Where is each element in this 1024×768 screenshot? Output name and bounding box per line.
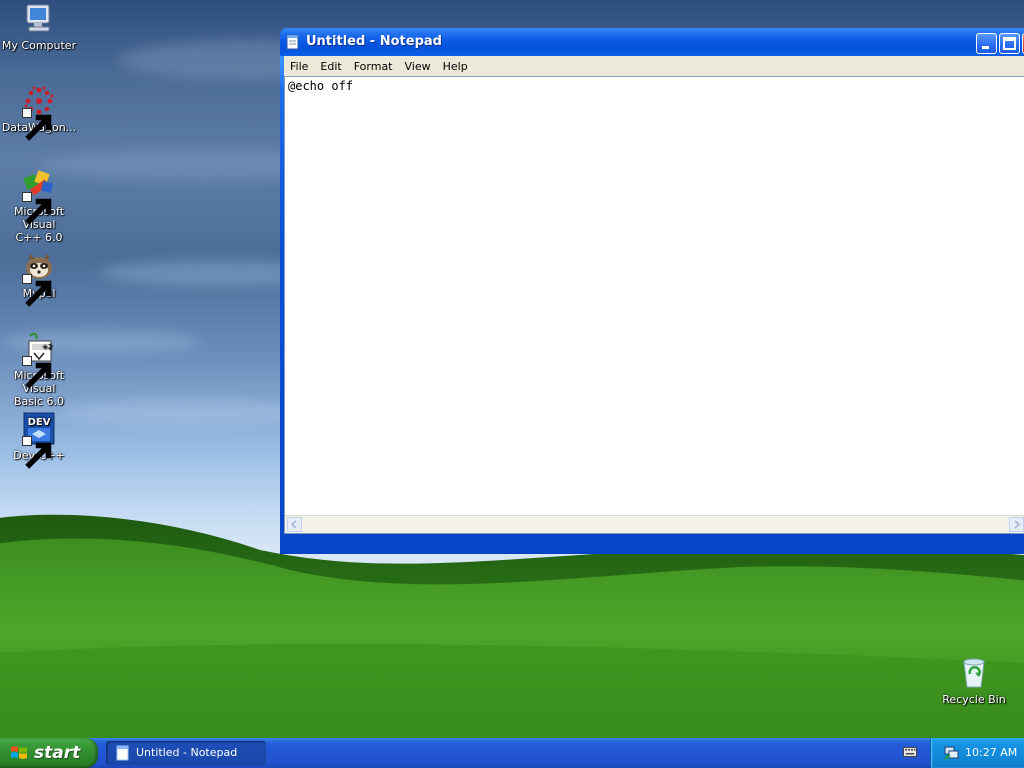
raccoon-icon bbox=[22, 250, 56, 307]
start-label: start bbox=[34, 743, 81, 763]
visual-cpp-icon bbox=[22, 168, 56, 225]
system-tray: 10:27 AM bbox=[930, 738, 1024, 768]
windows-logo-icon bbox=[11, 746, 27, 759]
window-title: Untitled - Notepad bbox=[306, 34, 442, 49]
shortcut-arrow-icon bbox=[22, 108, 52, 141]
notepad-window[interactable]: Untitled - Notepad File Edit Format View… bbox=[280, 28, 1024, 554]
chevron-left-icon bbox=[290, 520, 297, 529]
taskbar: start Untitled - Notepad bbox=[0, 738, 1024, 768]
shortcut-arrow-icon bbox=[22, 192, 52, 225]
taskbar-item-label: Untitled - Notepad bbox=[136, 746, 238, 759]
keyboard-icon[interactable] bbox=[903, 746, 917, 758]
shortcut-arrow-icon bbox=[22, 356, 52, 389]
desktop-icon-label: Recycle Bin bbox=[942, 693, 1006, 706]
taskbar-item-notepad[interactable]: Untitled - Notepad bbox=[106, 741, 266, 765]
title-bar[interactable]: Untitled - Notepad bbox=[280, 28, 1024, 56]
desktop-icon-visual-cpp[interactable]: Microsoft Visual C++ 6.0 bbox=[0, 168, 78, 244]
menu-help[interactable]: Help bbox=[437, 60, 474, 73]
maximize-button[interactable] bbox=[999, 33, 1020, 54]
visual-basic-icon: +2 bbox=[22, 332, 56, 389]
desktop-icon-dev-cpp[interactable]: DEV Dev-C++ bbox=[0, 412, 78, 469]
minimize-icon bbox=[982, 46, 989, 49]
shortcut-arrow-icon bbox=[22, 274, 52, 307]
scroll-left-button[interactable] bbox=[287, 517, 302, 532]
menu-bar: File Edit Format View Help bbox=[284, 56, 1024, 76]
notepad-icon bbox=[286, 34, 299, 50]
desktop-icon-label-line2: C++ 6.0 bbox=[15, 231, 63, 244]
horizontal-scrollbar[interactable] bbox=[285, 515, 1024, 533]
text-editor[interactable]: @echo off bbox=[284, 76, 1024, 534]
desktop-icon-label: My Computer bbox=[1, 39, 77, 52]
chevron-right-icon bbox=[1014, 520, 1021, 529]
desktop-icon-visual-basic[interactable]: +2 Microsoft Visual Basic 6.0 bbox=[0, 332, 78, 408]
recycle-bin-icon bbox=[957, 656, 991, 690]
shortcut-arrow-icon bbox=[22, 436, 52, 469]
menu-format[interactable]: Format bbox=[348, 60, 399, 73]
minimize-button[interactable] bbox=[976, 33, 997, 54]
clock[interactable]: 10:27 AM bbox=[965, 746, 1017, 759]
start-button[interactable]: start bbox=[0, 738, 98, 768]
desktop-icon-label-line2: Basic 6.0 bbox=[13, 395, 65, 408]
svg-text:+2: +2 bbox=[42, 343, 52, 351]
dev-cpp-icon: DEV bbox=[22, 412, 56, 469]
network-icon[interactable] bbox=[944, 745, 959, 760]
menu-file[interactable]: File bbox=[284, 60, 314, 73]
computer-icon bbox=[22, 2, 56, 36]
menu-view[interactable]: View bbox=[399, 60, 437, 73]
desktop-icon-mypal[interactable]: Mypal bbox=[0, 250, 78, 307]
menu-edit[interactable]: Edit bbox=[314, 60, 347, 73]
desktop-icon-my-computer[interactable]: My Computer bbox=[0, 2, 78, 52]
datawagon-icon bbox=[22, 84, 56, 141]
editor-content[interactable]: @echo off bbox=[285, 77, 1024, 95]
svg-text:DEV: DEV bbox=[28, 417, 51, 428]
desktop-icon-datawagon[interactable]: DataWagon... bbox=[0, 84, 78, 141]
scroll-right-button[interactable] bbox=[1009, 517, 1024, 532]
notepad-icon bbox=[116, 745, 129, 761]
desktop-icon-recycle-bin[interactable]: Recycle Bin bbox=[935, 656, 1013, 706]
maximize-icon bbox=[1003, 37, 1016, 50]
